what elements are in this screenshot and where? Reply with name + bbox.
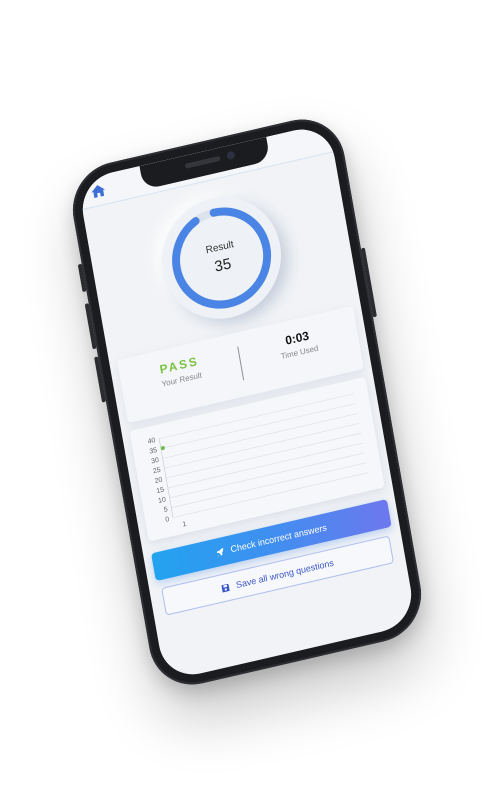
app-stage: Result 35 PASS Your Result 0:03 Time Use… [0,0,494,800]
status-stat: PASS Your Result [119,345,241,398]
rocket-icon [216,547,224,557]
home-icon[interactable] [90,184,106,199]
y-tick-label: 0 [165,516,170,524]
phone-frame: Result 35 PASS Your Result 0:03 Time Use… [65,110,429,694]
chart-gridline [167,442,363,489]
y-tick-label: 30 [151,457,160,466]
y-tick-label: 25 [152,467,161,476]
y-tick-label: 5 [163,506,168,514]
chart-gridline [171,462,367,509]
volume-up-button [84,303,97,350]
y-tick-label: 10 [158,496,167,505]
floppy-disk-icon [221,583,231,592]
y-tick-label: 40 [147,437,156,446]
chart-gridline [164,422,360,469]
time-stat: 0:03 Time Used [237,318,359,371]
y-tick-label: 20 [154,477,163,486]
y-tick-label: 35 [149,447,158,456]
silent-switch [77,263,87,293]
front-camera [226,150,236,161]
x-tick-label: 1 [182,521,187,529]
chart-gridline [169,452,365,499]
chart-gridline [160,403,356,449]
result-gauge: Result 35 [152,185,291,331]
chart-gridline [162,413,358,459]
y-tick-label: 15 [156,486,165,495]
result-center: Result 35 [205,239,238,277]
phone-notch [139,136,271,190]
chart-gridline [166,432,362,479]
speaker-grille [184,155,221,169]
volume-down-button [94,356,106,403]
check-button-label: Check incorrect answers [229,522,328,555]
phone-screen: Result 35 PASS Your Result 0:03 Time Use… [77,122,417,682]
save-button-label: Save all wrong questions [235,557,335,591]
power-button [360,247,377,318]
